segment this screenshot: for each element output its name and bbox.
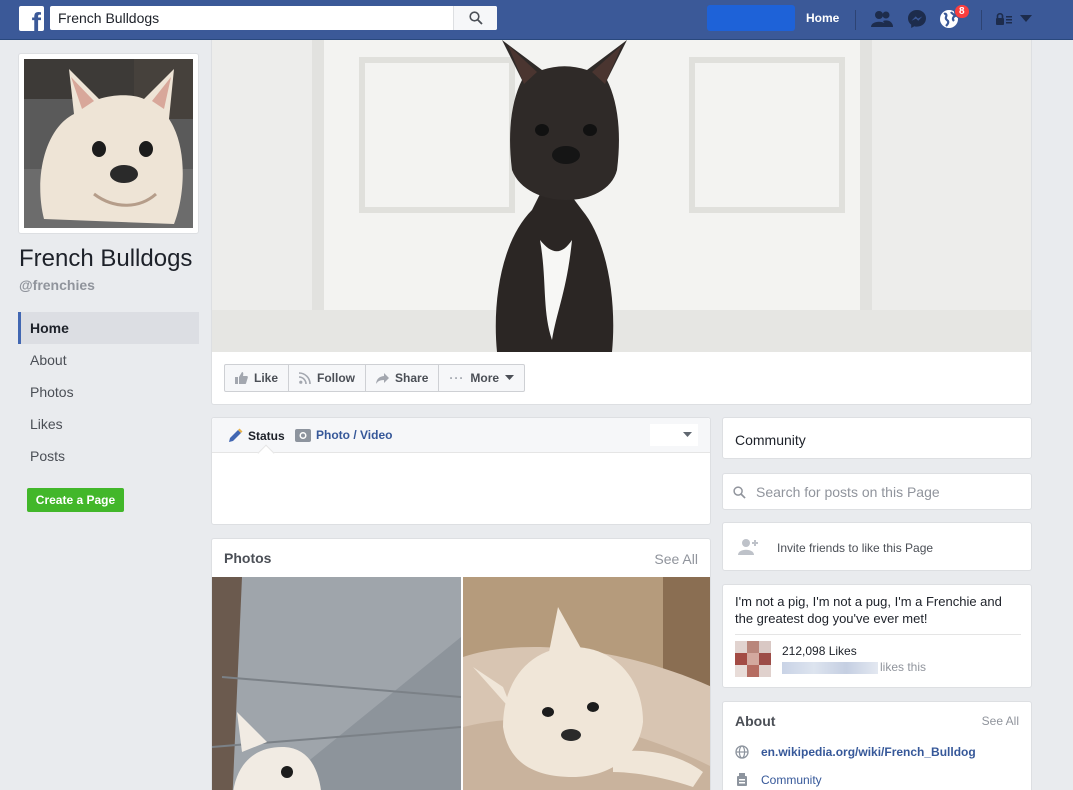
account-menu-chevron-down-icon[interactable] bbox=[1016, 8, 1036, 30]
page-description: I'm not a pig, I'm not a pug, I'm a Fren… bbox=[735, 594, 1002, 626]
page-likes-count[interactable]: 212,098 Likes bbox=[782, 644, 857, 658]
more-button[interactable]: ··· More bbox=[439, 365, 524, 391]
photos-see-all-link[interactable]: See All bbox=[654, 551, 698, 567]
photo-tab-label: Photo / Video bbox=[316, 428, 393, 442]
facebook-logo-icon[interactable]: f bbox=[19, 6, 44, 31]
nav-divider bbox=[855, 10, 856, 30]
share-button[interactable]: Share bbox=[366, 365, 440, 391]
community-label: Community bbox=[735, 432, 806, 448]
sidebar-item-home[interactable]: Home bbox=[18, 312, 199, 344]
profile-button[interactable] bbox=[707, 5, 795, 31]
search-box bbox=[50, 6, 497, 30]
thumbs-up-icon bbox=[235, 372, 248, 384]
blurred-friend-names bbox=[782, 662, 878, 674]
sidebar-item-about[interactable]: About bbox=[18, 344, 199, 376]
sidebar-item-posts[interactable]: Posts bbox=[18, 440, 199, 472]
search-button[interactable] bbox=[453, 6, 497, 30]
like-button[interactable]: Like bbox=[225, 365, 290, 391]
ellipsis-icon: ··· bbox=[449, 371, 465, 385]
cover-photo[interactable] bbox=[212, 40, 1031, 352]
page-posts-search bbox=[722, 473, 1032, 510]
page-title[interactable]: French Bulldogs bbox=[19, 245, 192, 273]
likes-this-text: likes this bbox=[880, 660, 927, 674]
create-page-button[interactable]: Create a Page bbox=[27, 488, 124, 512]
share-label: Share bbox=[395, 371, 429, 385]
page-action-bar: Like Follow Share ··· More bbox=[224, 364, 526, 392]
top-navigation-bar: f Home 8 bbox=[0, 0, 1073, 40]
page-description-card: I'm not a pig, I'm not a pug, I'm a Fren… bbox=[722, 584, 1032, 688]
photo-thumbnail[interactable] bbox=[463, 577, 710, 790]
tab-pointer bbox=[257, 444, 275, 462]
pencil-icon bbox=[229, 428, 243, 442]
profile-picture[interactable] bbox=[18, 53, 199, 234]
status-tab-label: Status bbox=[248, 428, 285, 443]
community-card[interactable]: Community bbox=[722, 417, 1032, 459]
tab-status[interactable]: Status bbox=[228, 428, 285, 443]
photo-thumbnail[interactable] bbox=[212, 577, 461, 790]
composer-options-dropdown[interactable] bbox=[650, 424, 698, 446]
chevron-down-icon bbox=[683, 432, 692, 437]
composer-tabs: Status Photo / Video bbox=[212, 418, 710, 462]
website-row: en.wikipedia.org/wiki/French_Bulldog bbox=[735, 745, 976, 759]
category-icon bbox=[737, 773, 747, 786]
home-link[interactable]: Home bbox=[806, 11, 839, 25]
nav-divider bbox=[981, 10, 982, 30]
category-link[interactable]: Community bbox=[761, 773, 822, 787]
rss-icon bbox=[299, 372, 311, 384]
photos-card-title[interactable]: Photos bbox=[224, 550, 271, 566]
privacy-shortcuts-icon[interactable] bbox=[992, 8, 1016, 30]
about-card-title[interactable]: About bbox=[735, 713, 775, 729]
notification-count-badge: 8 bbox=[954, 4, 970, 19]
photos-card: Photos See All bbox=[211, 538, 711, 790]
sidebar-item-likes[interactable]: Likes bbox=[18, 408, 199, 440]
globe-icon bbox=[735, 745, 749, 759]
tab-photo-video[interactable]: Photo / Video bbox=[295, 428, 392, 442]
camera-icon bbox=[295, 429, 311, 442]
share-arrow-icon bbox=[376, 372, 390, 384]
search-posts-input[interactable] bbox=[756, 481, 1016, 503]
search-input[interactable] bbox=[50, 6, 456, 30]
sidebar-item-photos[interactable]: Photos bbox=[18, 376, 199, 408]
follow-button[interactable]: Follow bbox=[289, 365, 367, 391]
search-icon bbox=[468, 11, 483, 25]
post-composer: Status Photo / Video bbox=[211, 417, 711, 525]
add-friend-icon bbox=[738, 539, 758, 555]
page-sidebar-nav: Home About Photos Likes Posts bbox=[18, 312, 199, 472]
website-link[interactable]: en.wikipedia.org/wiki/French_Bulldog bbox=[761, 745, 976, 759]
category-row: Community bbox=[735, 773, 822, 787]
invite-friends-card[interactable]: Invite friends to like this Page bbox=[722, 522, 1032, 571]
chevron-down-icon bbox=[505, 375, 515, 380]
friend-avatar[interactable] bbox=[735, 641, 771, 677]
about-card: About See All en.wikipedia.org/wiki/Fren… bbox=[722, 701, 1032, 790]
messenger-icon[interactable] bbox=[905, 8, 929, 30]
about-see-all-link[interactable]: See All bbox=[982, 714, 1019, 728]
invite-friends-label: Invite friends to like this Page bbox=[777, 541, 934, 555]
page-username[interactable]: @frenchies bbox=[19, 277, 95, 293]
follow-label: Follow bbox=[317, 371, 356, 385]
more-label: More bbox=[470, 371, 500, 385]
friend-requests-icon[interactable] bbox=[870, 8, 894, 30]
search-icon bbox=[733, 486, 746, 499]
divider bbox=[735, 634, 1021, 635]
like-label: Like bbox=[254, 371, 279, 385]
cover-card: Like Follow Share ··· More bbox=[211, 40, 1032, 405]
profile-photo-image bbox=[24, 59, 193, 228]
